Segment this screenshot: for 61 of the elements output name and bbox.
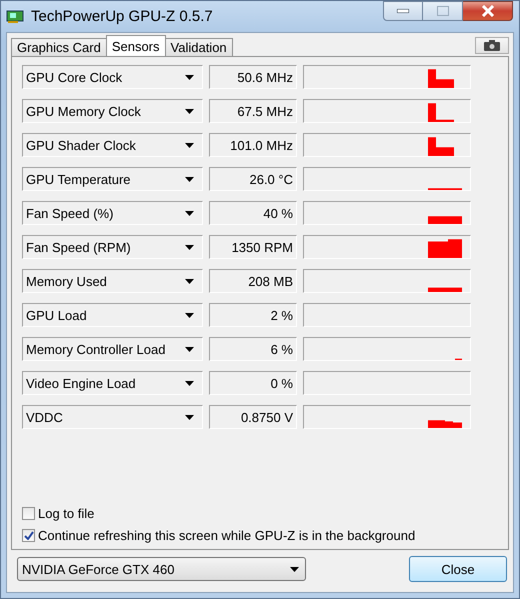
minimize-button[interactable] [383, 1, 423, 21]
checkbox-label: Log to file [38, 506, 94, 521]
sensor-reading: 50.6 MHz [209, 65, 297, 89]
sensor-reading: 2 % [209, 303, 297, 327]
sensor-dropdown[interactable]: Fan Speed (RPM) [22, 235, 203, 259]
minimize-icon [397, 9, 409, 13]
sensor-reading: 40 % [209, 201, 297, 225]
checkbox[interactable] [22, 507, 35, 520]
sensor-reading: 0 % [209, 371, 297, 395]
sensor-dropdown[interactable]: GPU Memory Clock [22, 99, 203, 123]
sparkline [428, 103, 454, 122]
sensor-reading: 67.5 MHz [209, 99, 297, 123]
sensor-dropdown[interactable]: Video Engine Load [22, 371, 203, 395]
camera-icon [484, 40, 500, 51]
sensor-reading: 1350 RPM [209, 235, 297, 259]
sparkline [428, 69, 454, 88]
dropdown-arrow-icon [185, 346, 194, 352]
graphics-card-icon [6, 10, 24, 24]
checkbox[interactable] [22, 529, 35, 542]
dropdown-arrow-icon [185, 414, 194, 420]
dropdown-arrow-icon [185, 278, 194, 284]
dropdown-arrow-icon [185, 74, 194, 80]
dropdown-arrow-icon [185, 108, 194, 114]
sensor-reading: 0.8750 V [209, 405, 297, 429]
sparkline [428, 216, 462, 224]
sensor-dropdown[interactable]: Fan Speed (%) [22, 201, 203, 225]
sensor-dropdown[interactable]: Memory Used [22, 269, 203, 293]
dropdown-arrow-icon [185, 210, 194, 216]
sensor-dropdown[interactable]: GPU Core Clock [22, 65, 203, 89]
dropdown-arrow-icon [290, 566, 299, 572]
sensor-reading: 208 MB [209, 269, 297, 293]
sparkline [428, 239, 462, 258]
sparkline [428, 420, 462, 428]
sparkline [428, 137, 454, 156]
dropdown-arrow-icon [185, 176, 194, 182]
sensor-reading: 26.0 °C [209, 167, 297, 191]
dropdown-arrow-icon [185, 380, 194, 386]
sensor-dropdown[interactable]: GPU Temperature [22, 167, 203, 191]
maximize-icon [436, 6, 448, 16]
tab[interactable]: Graphics Card [11, 38, 107, 56]
sensor-dropdown[interactable]: GPU Load [22, 303, 203, 327]
screenshot-button[interactable] [475, 37, 509, 54]
card-dropdown[interactable]: NVIDIA GeForce GTX 460 [17, 557, 306, 581]
tab[interactable]: Sensors [106, 35, 166, 56]
window-title: TechPowerUp GPU-Z 0.5.7 [31, 8, 214, 25]
sparkline [455, 358, 462, 360]
sensor-dropdown[interactable]: Memory Controller Load [22, 337, 203, 361]
tab[interactable]: Validation [164, 38, 233, 56]
dropdown-arrow-icon [185, 312, 194, 318]
close-button[interactable] [463, 1, 513, 21]
close-dialog-button[interactable]: Close [409, 556, 507, 582]
sensor-reading: 6 % [209, 337, 297, 361]
dropdown-arrow-icon [185, 142, 194, 148]
sensor-dropdown[interactable]: VDDC [22, 405, 203, 429]
sensor-dropdown[interactable]: GPU Shader Clock [22, 133, 203, 157]
sparkline [428, 188, 462, 190]
checkbox-label: Continue refreshing this screen while GPU-Z is in the background [38, 528, 416, 543]
sensor-reading: 101.0 MHz [209, 133, 297, 157]
close-icon [480, 5, 494, 17]
dropdown-arrow-icon [185, 244, 194, 250]
sparkline [428, 287, 462, 292]
